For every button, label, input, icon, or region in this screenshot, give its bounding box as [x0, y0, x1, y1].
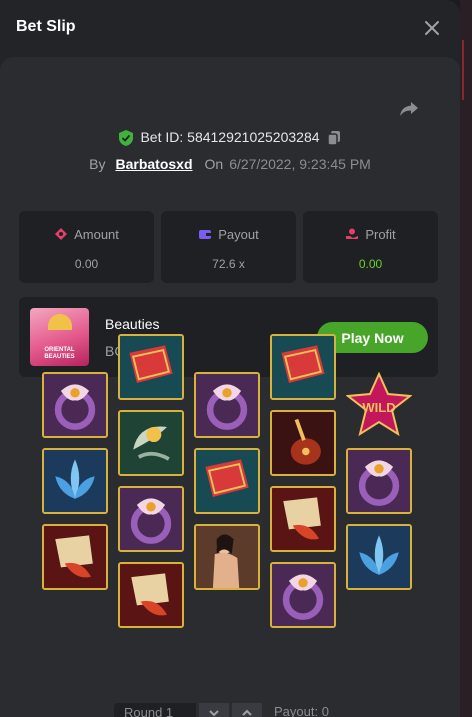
- stat-profit-label: Profit: [303, 227, 438, 242]
- stat-amount: Amount 0.00: [19, 211, 154, 283]
- username-link[interactable]: Barbatosxd: [115, 156, 192, 172]
- payout-value: 72.6 x: [212, 257, 245, 271]
- bet-datetime: 6/27/2022, 9:23:45 PM: [229, 156, 371, 172]
- by-label: By: [89, 156, 106, 172]
- amount-value: 0.00: [74, 257, 99, 271]
- slot-symbol-book: [194, 448, 260, 514]
- close-button[interactable]: [420, 14, 444, 42]
- stat-payout: Payout 72.6 x: [161, 211, 296, 283]
- profit-label: Profit: [365, 227, 396, 242]
- bet-author-row: By Barbatosxd On 6/27/2022, 9:23:45 PM: [0, 156, 460, 172]
- payout-label: Payout: [218, 227, 259, 242]
- bet-id-label: Bet ID:: [140, 129, 184, 145]
- round-next-button[interactable]: [232, 703, 262, 717]
- stat-amount-label: Amount: [19, 227, 154, 242]
- round-label[interactable]: Round 1: [114, 703, 196, 717]
- game-thumbnail[interactable]: ORIENTAL BEAUTIES: [30, 308, 89, 366]
- slot-symbol-lotus: [42, 448, 108, 514]
- bet-id-row: Bet ID: 58412921025203284: [0, 129, 460, 147]
- share-icon: [400, 102, 418, 116]
- slot-symbol-koi: [42, 524, 108, 590]
- round-prev-button[interactable]: [199, 703, 229, 717]
- verified-shield-icon: [119, 130, 134, 147]
- slot-symbol-fan: [118, 410, 184, 476]
- slot-symbol-koi: [118, 562, 184, 628]
- modal-title: Bet Slip: [16, 18, 76, 35]
- stat-profit: Profit 0.00: [303, 211, 438, 283]
- wild-label: WILD: [362, 400, 395, 415]
- on-label: On: [204, 156, 224, 172]
- slot-symbol-ring: [346, 448, 412, 514]
- slot-symbol-ring: [118, 486, 184, 552]
- bet-slip-content: Bet ID: 58412921025203284 By Barbatosxd On…: [0, 57, 460, 717]
- bet-id-value: 58412921025203284: [187, 129, 320, 145]
- slot-symbol-beauty: [194, 524, 260, 590]
- chevron-up-icon: [242, 709, 252, 716]
- game-name: Beauties: [105, 316, 160, 332]
- game-provider: BC Original: [105, 343, 177, 359]
- wallet-icon: [199, 230, 212, 239]
- profit-icon: [346, 228, 359, 239]
- slot-symbol-wild: WILD: [345, 371, 413, 438]
- stats-row: Amount 0.00 Payout 72.6 x Profit 0.00: [19, 211, 438, 283]
- slot-symbol-ring: [42, 372, 108, 438]
- stat-payout-label: Payout: [161, 227, 296, 242]
- round-payout: Payout: 0: [274, 704, 329, 717]
- modal-header: Bet Slip: [0, 0, 460, 56]
- share-button[interactable]: [398, 98, 420, 120]
- slot-symbol-ring: [194, 372, 260, 438]
- slot-symbol-ring: [270, 562, 336, 628]
- play-now-button[interactable]: Play Now: [317, 322, 428, 353]
- copy-icon[interactable]: [326, 130, 342, 147]
- slot-symbol-koi: [270, 486, 336, 552]
- fan-icon: [48, 314, 72, 330]
- bet-slip-modal: Bet Slip Bet ID: 58412921025203284 By Bar…: [0, 0, 460, 717]
- close-icon: [425, 21, 439, 35]
- slot-symbol-lotus: [346, 524, 412, 590]
- game-card: ORIENTAL BEAUTIES Beauties BC Original P…: [19, 297, 438, 377]
- chevron-down-icon: [209, 710, 219, 717]
- background-page: [460, 0, 472, 717]
- background-accent: [462, 40, 464, 100]
- profit-value: 0.00: [358, 257, 383, 271]
- thumbnail-title: ORIENTAL BEAUTIES: [44, 347, 75, 360]
- amount-label: Amount: [74, 227, 119, 242]
- amount-icon: [55, 228, 68, 240]
- slot-symbol-pipa: [270, 410, 336, 476]
